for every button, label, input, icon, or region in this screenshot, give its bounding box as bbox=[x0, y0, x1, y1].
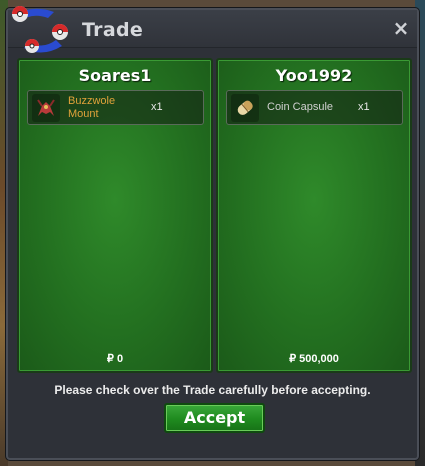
item-quantity: x1 bbox=[151, 101, 163, 113]
trade-item-slot[interactable]: Coin Capsule x1 bbox=[226, 90, 403, 125]
trade-item-slot[interactable]: Buzzwole Mount x1 bbox=[27, 90, 204, 125]
item-name: Coin Capsule bbox=[267, 101, 334, 113]
coin-capsule-icon bbox=[231, 94, 259, 122]
trade-offer-panel-right: Yoo1992 Coin Capsule x1 ₽ 500,000 bbox=[216, 58, 412, 373]
player-name-right: Yoo1992 bbox=[275, 66, 353, 85]
money-offer-left: ₽ 0 bbox=[106, 353, 124, 365]
trade-window-titlebar[interactable]: Trade × bbox=[8, 6, 417, 53]
trade-notice: Please check over the Trade carefully be… bbox=[54, 383, 371, 397]
buzzwole-mount-icon bbox=[32, 94, 60, 122]
trade-window: Trade × Soares1 Buzzwole Mount x1 ₽ 0 Yo… bbox=[6, 6, 419, 460]
item-quantity: x1 bbox=[358, 101, 370, 113]
accept-button[interactable]: Accept bbox=[164, 403, 265, 433]
trade-offer-panel-left: Soares1 Buzzwole Mount x1 ₽ 0 bbox=[17, 58, 213, 373]
money-offer-right: ₽ 500,000 bbox=[289, 353, 339, 365]
close-icon[interactable]: × bbox=[391, 18, 411, 38]
pokeball-logo-icon bbox=[12, 6, 68, 53]
item-name: Buzzwole Mount bbox=[68, 95, 116, 120]
window-title: Trade bbox=[82, 19, 144, 41]
player-name-left: Soares1 bbox=[78, 66, 152, 85]
